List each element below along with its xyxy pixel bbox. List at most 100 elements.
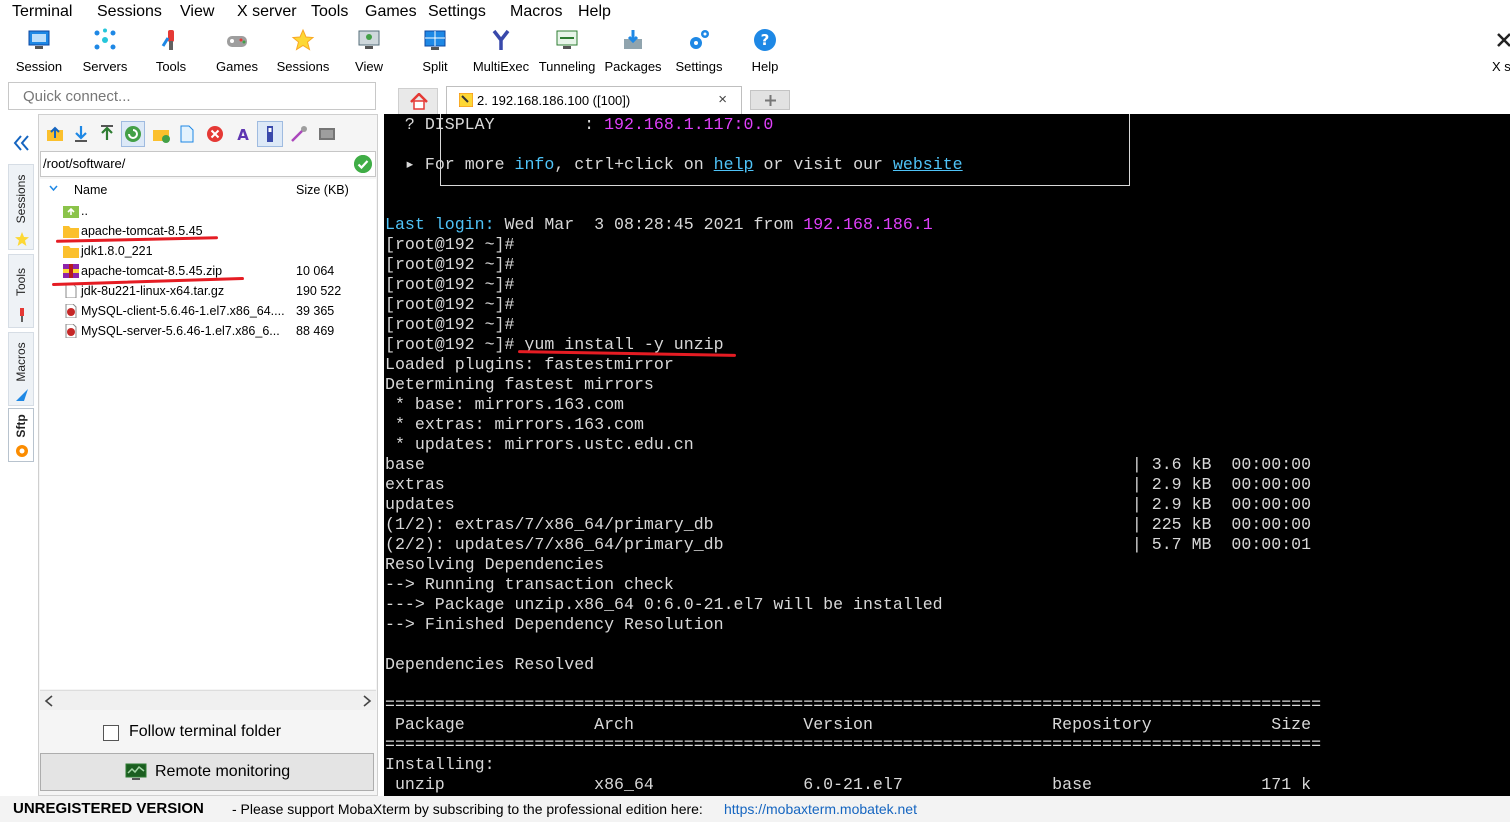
menu-games[interactable]: Games [365,3,417,21]
terminal-text[interactable]: website [893,155,963,174]
follow-terminal-label: Follow terminal folder [129,723,282,740]
multiexec-label: MultiExec [472,59,530,74]
file-name: jdk-8u221-linux-x64.tar.gz [81,284,225,298]
status-bar: UNREGISTERED VERSION - Please support Mo… [0,796,1510,822]
menu-help[interactable]: Help [578,3,611,21]
terminal-line: ========================================… [385,735,1321,755]
monitor-icon [125,763,147,780]
console-icon[interactable] [317,124,337,144]
download-icon[interactable] [71,124,91,144]
rpm-icon [65,304,77,318]
tab-close-icon[interactable]: × [718,91,727,108]
scroll-left-icon[interactable] [44,695,54,707]
path-ok-icon[interactable] [354,155,372,173]
games-button[interactable]: Games [204,24,270,80]
session-button[interactable]: Session [6,24,72,80]
menu-view[interactable]: View [180,3,214,21]
terminal-text: info [514,155,555,174]
terminal-line: Loaded plugins: fastestmirror [385,355,674,375]
file-row-parent[interactable]: .. [40,202,376,222]
side-tab-sessions[interactable]: Sessions [8,164,34,250]
file-row-mysql-server[interactable]: MySQL-server-5.6.46-1.el7.x86_6... 88 46… [40,322,376,342]
terminal-text: or visit our [753,155,893,174]
terminal-text: [root@192 ~]# [385,295,515,314]
sftp-path-input[interactable]: /root/software/ [43,156,125,171]
terminal-text: unzip x86_64 6.0-21.el7 base 171 k [385,775,1312,794]
rename-icon[interactable]: A [233,124,253,144]
svg-text:?: ? [761,31,770,49]
tunneling-icon [556,30,578,49]
split-label: Split [422,59,448,74]
home-tab[interactable] [398,88,438,114]
parent-folder-icon [63,206,79,218]
terminal-text: ========================================… [385,735,1322,754]
mobaxterm-link[interactable]: https://mobaxterm.mobatek.net [724,801,917,817]
unregistered-label: UNREGISTERED VERSION [13,800,204,817]
side-tab-sftp[interactable]: Sftp [8,408,34,462]
terminal-text[interactable]: help [714,155,754,174]
terminal-text: [root@192 ~]# [385,275,515,294]
menu-terminal[interactable]: Terminal [12,3,72,21]
menu-tools[interactable]: Tools [311,3,348,21]
collapse-chevron-icon[interactable] [12,134,32,152]
refresh-icon[interactable] [123,124,143,144]
folder-icon [63,246,79,258]
menu-sessions[interactable]: Sessions [97,3,162,21]
remote-monitoring-button[interactable]: Remote monitoring [40,753,374,791]
file-row-mysql-client[interactable]: MySQL-client-5.6.46-1.el7.x86_64.... 39 … [40,302,376,322]
menu-x-server[interactable]: X server [237,3,297,21]
new-file-icon[interactable] [177,124,197,144]
split-button[interactable]: Split [402,24,468,80]
main-toolbar: Session Servers Tools Games Sessions Vie… [0,24,1510,80]
terminal-line: [root@192 ~]# [385,235,514,255]
follow-terminal-checkbox[interactable] [103,725,119,741]
file-row-jdk-tar[interactable]: jdk-8u221-linux-x64.tar.gz 190 522 [40,282,376,302]
terminal-line: Package Arch Version Repository Size [385,715,1311,735]
servers-button[interactable]: Servers [72,24,138,80]
side-tab-tools-label: Tools [14,268,28,297]
sessions-button[interactable]: Sessions [270,24,336,80]
file-row-jdk-folder[interactable]: jdk1.8.0_221 [40,242,376,262]
scroll-right-icon[interactable] [362,695,372,707]
side-tab-sftp-label: Sftp [14,413,28,438]
packages-button[interactable]: Packages [600,24,666,80]
new-folder-icon[interactable] [151,124,171,144]
parent-folder-icon[interactable] [45,124,65,144]
horizontal-scrollbar[interactable] [40,690,376,710]
exit-button[interactable]: X s [1478,24,1510,80]
sort-chevron-icon[interactable] [49,185,58,192]
terminal-line: Resolving Dependencies [385,555,604,575]
multiexec-button[interactable]: MultiExec [468,24,534,80]
menu-macros[interactable]: Macros [510,3,562,21]
hidden-files-icon[interactable] [260,124,280,144]
view-icon [358,30,380,49]
file-size: 10 064 [296,264,335,278]
terminal-line: (2/2): updates/7/x86_64/primary_db | 5.7… [385,535,1311,555]
help-button[interactable]: ? Help [732,24,798,80]
exit-label: X s [1492,59,1510,74]
tools-button[interactable]: Tools [138,24,204,80]
terminal-text: updates | 2.9 kB 00:00:00 [385,495,1312,514]
terminal-text: , ctrl+click on [554,155,714,174]
terminal-line: updates | 2.9 kB 00:00:00 [385,495,1311,515]
side-tab-sessions-label: Sessions [14,174,28,223]
sftp-path-bar: /root/software/ [40,151,376,177]
side-tab-tools[interactable]: Tools [8,254,34,328]
help-label: Help [751,59,779,74]
delete-icon[interactable] [205,124,225,144]
terminal-view[interactable]: ? DISPLAY : 192.168.1.117:0.0 ▸ For more… [384,114,1510,796]
new-tab-button[interactable] [750,90,790,110]
tunneling-button[interactable]: Tunneling [534,24,600,80]
upload-icon[interactable] [97,124,117,144]
settings-button[interactable]: Settings [666,24,732,80]
column-size[interactable]: Size (KB) [296,183,349,197]
quick-connect-input[interactable] [9,83,375,109]
view-button[interactable]: View [336,24,402,80]
side-tab-macros[interactable]: Macros [8,332,34,406]
menu-settings[interactable]: Settings [428,3,486,21]
terminal-line: Determining fastest mirrors [385,375,654,395]
column-name[interactable]: Name [74,183,107,197]
terminal-line: base | 3.6 kB 00:00:00 [385,455,1311,475]
tab-session-192-168-186-100[interactable]: 2. 192.168.186.100 ([100]) × [446,86,742,114]
terminal-sync-icon[interactable] [289,124,309,144]
